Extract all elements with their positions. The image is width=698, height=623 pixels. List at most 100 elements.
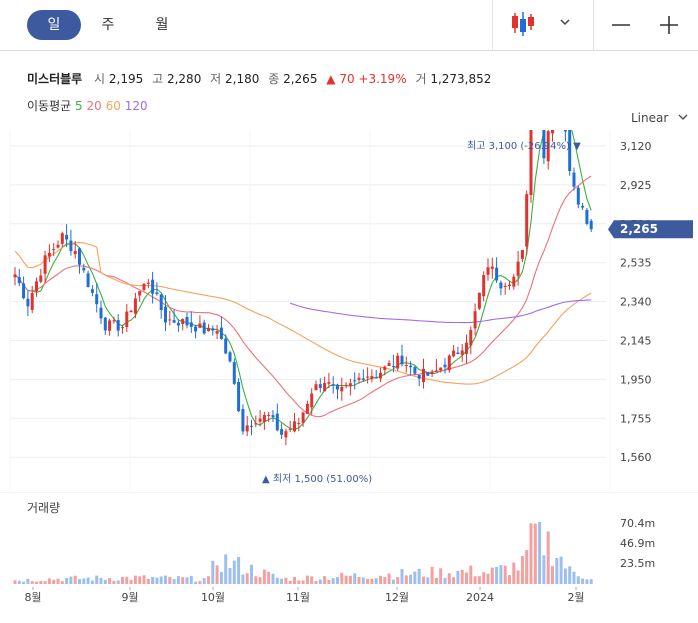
candle-body	[503, 285, 507, 287]
candle-body	[585, 209, 589, 224]
candle-body	[525, 194, 529, 247]
volume-bar	[185, 577, 189, 584]
candle-body	[447, 355, 451, 371]
price-chart[interactable]: 3,1202,9252,7302,5352,3402,1451,9501,755…	[0, 130, 698, 490]
volume-bar	[495, 566, 499, 584]
x-tick-label: 12월	[385, 591, 409, 604]
volume-bar	[56, 578, 60, 584]
candle-body	[348, 383, 352, 387]
zoom-controls	[593, 0, 698, 50]
candle-body	[129, 310, 133, 313]
plus-icon[interactable]	[658, 14, 680, 36]
volume-bar	[409, 574, 413, 584]
volume-bar	[443, 577, 447, 584]
candle-body	[219, 327, 223, 339]
volume-bar	[280, 578, 284, 584]
chart-type-selector[interactable]	[492, 0, 593, 50]
candle-body	[331, 384, 335, 386]
volume-bar	[348, 575, 352, 584]
candle-body	[181, 319, 185, 325]
volume-bar	[121, 576, 124, 584]
volume-bar	[237, 556, 241, 584]
candle-body	[159, 294, 163, 311]
price-summary: 미스터블루 시 2,195 고 2,280 저 2,180 종 2,265 ▲ …	[27, 72, 492, 86]
candle-body	[426, 371, 430, 376]
volume-bar	[267, 571, 271, 584]
volume-bar	[125, 576, 129, 584]
candle-body	[82, 267, 86, 271]
volume-bar	[383, 576, 387, 584]
x-tick-label: 2024	[466, 591, 494, 604]
volume-bar	[486, 573, 490, 584]
candle-body	[439, 367, 443, 371]
volume-bar	[344, 575, 348, 584]
volume-bar	[422, 576, 425, 584]
candle-body	[340, 386, 344, 392]
candle-body	[551, 130, 554, 134]
candle-body	[443, 364, 447, 368]
candle-body	[370, 376, 374, 379]
volume-bar	[516, 570, 520, 584]
candle-body	[473, 311, 477, 329]
candle-body	[460, 350, 464, 355]
candle-body	[508, 284, 511, 286]
price-tick-label: 1,560	[620, 451, 652, 464]
candle-body	[224, 338, 228, 354]
volume-bar	[434, 577, 438, 584]
candle-body	[422, 368, 425, 382]
volume-bar	[331, 578, 335, 584]
candle-body	[297, 422, 301, 424]
volume-bar	[172, 579, 176, 584]
candle-body	[469, 329, 473, 346]
volume-bar	[69, 576, 73, 584]
candle-body	[310, 393, 314, 408]
volume-bar	[297, 580, 301, 584]
candle-body	[357, 377, 361, 380]
volume-bar	[387, 573, 391, 584]
candle-body	[374, 377, 378, 379]
volume-bar	[202, 578, 206, 584]
minus-icon[interactable]	[610, 14, 632, 36]
candle-body	[95, 294, 99, 305]
low-price: 2,180	[225, 72, 260, 86]
candlestick-icon	[512, 12, 534, 36]
candle-body	[245, 425, 249, 432]
volume-bar	[108, 578, 112, 584]
volume-bar	[288, 581, 292, 584]
volume-bar	[357, 576, 361, 584]
tab-day[interactable]: 일	[27, 10, 81, 40]
volume-bar	[224, 554, 228, 584]
candle-body	[327, 382, 331, 384]
candle-body	[323, 382, 327, 392]
volume-bar	[26, 578, 30, 584]
current-price-label: 2,265	[620, 222, 658, 236]
price-tick-label: 2,340	[620, 296, 652, 309]
volume-bar	[194, 581, 198, 584]
tab-week[interactable]: 주	[88, 10, 128, 40]
candle-body	[56, 244, 60, 248]
volume-bar	[447, 573, 451, 584]
volume-bar	[82, 578, 86, 584]
candle-body	[194, 326, 198, 332]
candle-body	[142, 283, 146, 290]
candle-body	[305, 403, 309, 414]
volume-bar	[314, 581, 318, 584]
volume-bar	[585, 579, 589, 584]
volume-bar	[168, 576, 172, 584]
candle-body	[35, 281, 38, 292]
candle-body	[353, 380, 357, 382]
volume-bar	[576, 576, 580, 584]
volume-chart[interactable]: 70.4m 46.9m 23.5m	[0, 492, 698, 587]
scale-selector[interactable]: Linear	[631, 111, 688, 125]
volume-bar	[520, 556, 524, 584]
tab-month[interactable]: 월	[142, 10, 182, 40]
volume-bar	[90, 580, 94, 584]
candle-body	[301, 412, 305, 423]
candle-body	[258, 418, 262, 422]
volume-bar	[284, 577, 288, 584]
candle-body	[86, 273, 90, 287]
candle-body	[39, 275, 43, 282]
volume-bar	[400, 568, 404, 584]
candle-body	[262, 414, 266, 422]
candle-body	[133, 298, 137, 314]
